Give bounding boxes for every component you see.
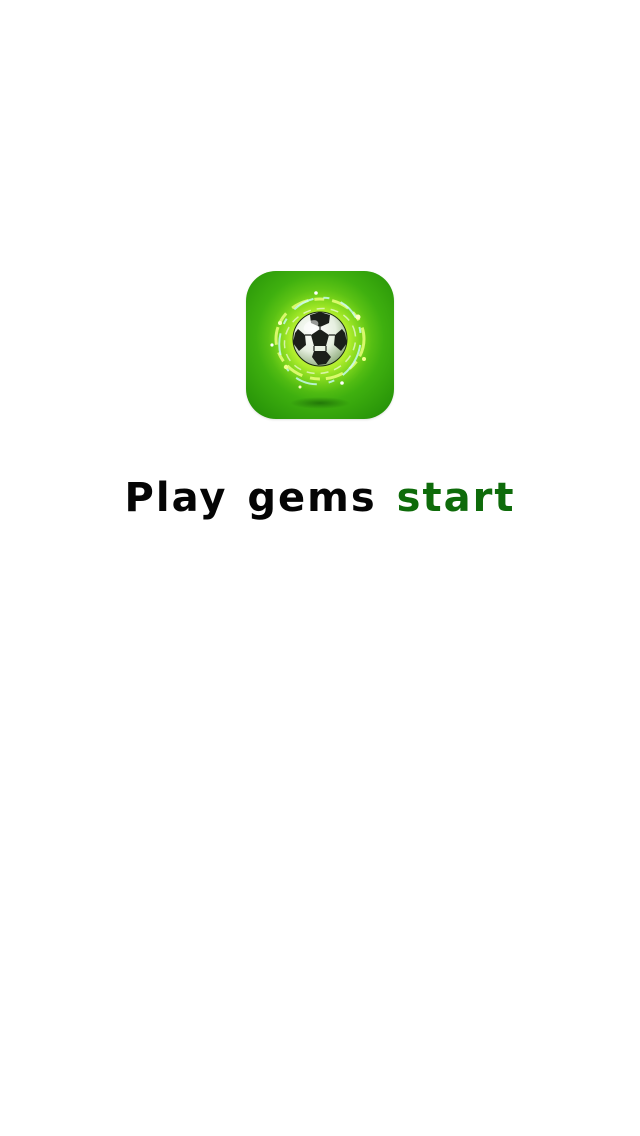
title-word-gems: gems bbox=[247, 475, 377, 521]
app-icon bbox=[246, 271, 394, 419]
title-word-play: Play bbox=[124, 475, 228, 521]
app-title: Play gems start bbox=[0, 474, 640, 522]
soccer-ball-icon bbox=[268, 289, 372, 409]
splash-screen: Play gems start bbox=[0, 0, 640, 1136]
title-word-start: start bbox=[396, 475, 516, 521]
